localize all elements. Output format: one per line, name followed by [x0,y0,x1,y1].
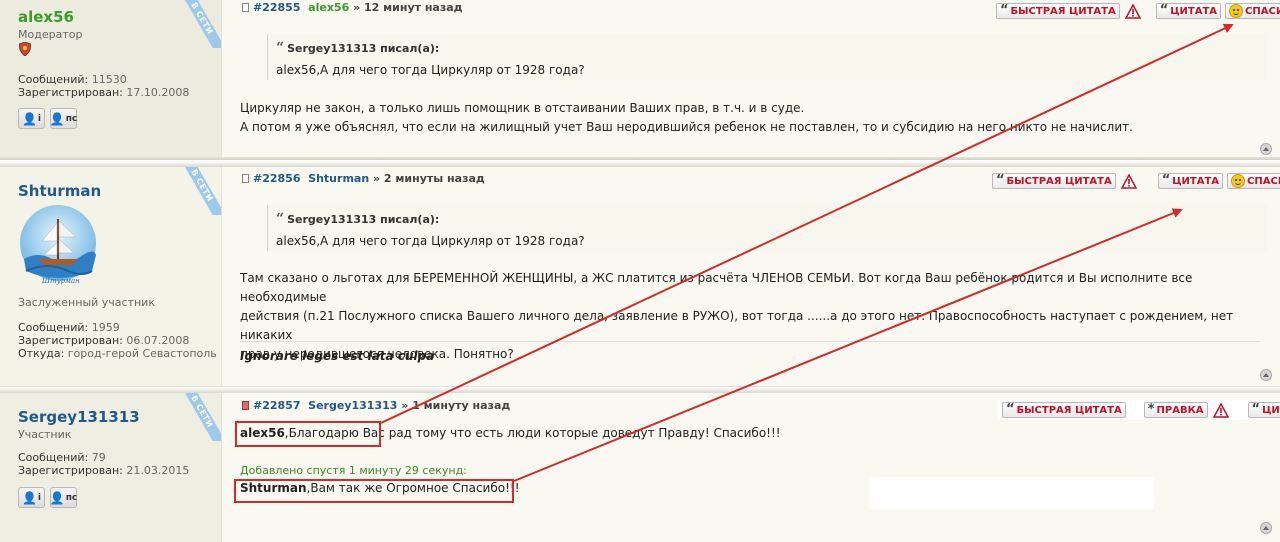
user-icon: 👤 [21,490,37,505]
signature: Ignorare leges est lata culpa [240,349,435,363]
post-header: #22857 Sergey131313 » 1 минуту назад [242,399,510,412]
smile-icon [1231,174,1246,188]
user-panel: В СЕТИ Sergey131313 Участник Сообщений: … [0,393,222,542]
online-badge: В СЕТИ [173,0,221,48]
post-content: #22856 Shturman » 2 минуты назад “БЫСТРА… [222,167,1280,389]
scroll-top-icon[interactable] [1260,369,1272,381]
post-header: #22856 Shturman » 2 минуты назад [242,172,485,185]
user-icon: 👤 [49,490,65,505]
online-badge: В СЕТИ [173,393,221,441]
post-22857: В СЕТИ Sergey131313 Участник Сообщений: … [0,387,1280,542]
username[interactable]: alex56 [18,8,74,26]
post-body-line-2: Shturman,Вам так же Огромное Спасибо!!! [240,481,520,495]
quote-button[interactable]: “ЦИТАТА [1157,173,1224,189]
post-actions: “БЫСТРАЯ ЦИТАТА “ЦИТАТА СПАСИБО [992,173,1280,189]
quote-author: “Sergey131313 писал(а): [276,211,440,227]
user-icon: 👤 [21,111,37,126]
redacted-area [870,477,1154,509]
post-icon [242,3,249,12]
post-number-link[interactable]: #22857 [253,399,301,412]
post-body-line-1: alex56,Благодарю Вас рад тому что есть л… [240,426,781,440]
report-warning-icon[interactable] [1124,3,1142,19]
thanks-button[interactable]: СПАСИБО [1225,3,1280,19]
user-icon: 👤 [49,111,65,126]
quick-quote-button[interactable]: “БЫСТРАЯ ЦИТАТА [1002,402,1126,418]
avatar-caption: Штурман [42,277,80,285]
post-content: #22857 Sergey131313 » 1 минуту назад “БЫ… [222,393,1280,542]
quick-quote-button[interactable]: “БЫСТРАЯ ЦИТАТА [992,173,1116,189]
post-author-link[interactable]: Sergey131313 [308,399,397,412]
profile-info-button[interactable]: 👤 i [18,487,45,508]
post-number-link[interactable]: #22856 [253,172,301,185]
online-badge: В СЕТИ [173,167,221,215]
scroll-top-icon[interactable] [1260,143,1272,155]
avatar [18,201,98,287]
stat-posts: Сообщений: 79 [18,451,106,464]
thanks-button[interactable]: СПАСИБО [1227,173,1280,189]
username[interactable]: Shturman [18,182,101,200]
post-22856: В СЕТИ Shturman Штурман Заслуженный учас… [0,161,1280,389]
post-author-link[interactable]: Shturman [308,172,369,185]
quote-block: “Sergey131313 писал(а): alex56,А для чег… [267,205,1267,251]
post-icon [242,174,249,183]
post-content: #22855 alex56 » 12 минут назад “БЫСТРАЯ … [222,0,1280,160]
quote-block: “Sergey131313 писал(а): alex56,А для чег… [267,34,1267,80]
profile-info-button[interactable]: 👤 i [18,108,45,129]
quote-text: alex56,А для чего тогда Циркуляр от 1928… [276,63,585,77]
post-icon [242,401,249,410]
user-role: Модератор [18,28,83,41]
stat-registered: Зарегистрирован: 17.10.2008 [18,86,190,99]
stat-location: Откуда: город-герой Севастополь [18,347,217,360]
quote-button[interactable]: “ЦИТАТА [1247,402,1280,418]
username[interactable]: Sergey131313 [18,408,140,426]
post-actions: “БЫСТРАЯ ЦИТАТА *ПРАВКА “ЦИТАТА [998,400,1280,420]
stat-registered: Зарегистрирован: 21.03.2015 [18,464,190,477]
quote-text: alex56,А для чего тогда Циркуляр от 1928… [276,234,585,248]
stat-posts: Сообщений: 1959 [18,321,120,334]
quote-button[interactable]: “ЦИТАТА [1155,3,1222,19]
post-22855: В СЕТИ alex56 Модератор Сообщений: 11530… [0,0,1280,160]
post-body: Циркуляр не закон, а только лишь помощни… [240,101,1133,134]
quote-author: “Sergey131313 писал(а): [276,40,440,56]
user-panel: В СЕТИ Shturman Штурман Заслуженный учас… [0,167,222,389]
user-role: Заслуженный участник [18,296,155,309]
signature-divider [240,341,1260,342]
added-note: Добавлено спустя 1 минуту 29 секунд: [240,464,467,477]
post-actions: “БЫСТРАЯ ЦИТАТА “ЦИТАТА СПАСИБО [996,3,1280,19]
stat-registered: Зарегистрирован: 06.07.2008 [18,334,190,347]
quick-quote-button[interactable]: “БЫСТРАЯ ЦИТАТА [996,3,1120,19]
moderator-shield-icon [18,41,32,59]
report-warning-icon[interactable] [1120,173,1138,189]
private-message-button[interactable]: 👤 пс [50,487,77,508]
post-author-link[interactable]: alex56 [308,1,349,14]
stat-posts: Сообщений: 11530 [18,73,127,86]
report-warning-icon[interactable] [1212,402,1230,418]
post-number-link[interactable]: #22855 [253,1,301,14]
post-header: #22855 alex56 » 12 минут назад [242,1,463,14]
smile-icon [1229,4,1244,18]
user-panel: В СЕТИ alex56 Модератор Сообщений: 11530… [0,0,222,160]
edit-button[interactable]: * ПРАВКА [1143,402,1208,418]
private-message-button[interactable]: 👤 пс [50,108,77,129]
user-role: Участник [18,428,72,441]
scroll-top-icon[interactable] [1260,522,1272,534]
